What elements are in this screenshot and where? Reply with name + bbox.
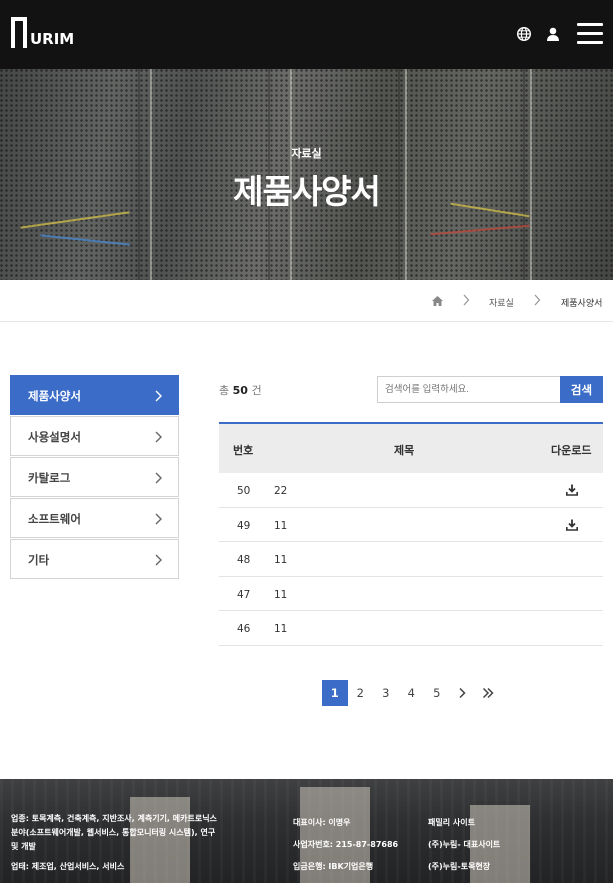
row-number: 49 (237, 519, 251, 532)
footer-line: 대표이사: 이명우 (293, 818, 351, 827)
document-table: 번호 제목 다운로드 50 22 49 11 48 11 47 11 46 11 (219, 422, 603, 646)
row-number: 48 (237, 554, 251, 567)
footer-line: 업종: 토목계측, 건축계측, 지반조사, 계측기기, 메카트로닉스 (11, 814, 217, 823)
breadcrumb-item-archive[interactable]: 자료실 (489, 296, 514, 309)
sidebar-item-label: 제품사양서 (28, 389, 81, 403)
pagination: 1 2 3 4 5 (322, 680, 501, 706)
footer-line: 분야(소프트웨어개발, 웹서비스, 통합모니터링 시스템), 연구 (11, 828, 216, 837)
row-number: 46 (237, 623, 251, 636)
total-count: 총 50 건 (219, 382, 262, 398)
footer-company-info: 대표이사: 이명우 사업자번호: 215-87-87686 입금은행: IBK기… (293, 812, 398, 878)
page-button-5[interactable]: 5 (424, 680, 450, 706)
sidebar-item-label: 기타 (28, 553, 50, 567)
chevron-right-icon (155, 431, 162, 443)
sidebar-menu: 제품사양서 사용설명서 카탈로그 소프트웨어 기타 (10, 375, 179, 580)
total-prefix: 총 (219, 384, 230, 397)
download-icon[interactable] (566, 519, 578, 531)
row-title[interactable]: 11 (274, 520, 287, 532)
hamburger-menu-icon[interactable] (577, 23, 603, 45)
hero-subtitle: 자료실 (291, 147, 322, 160)
chevron-right-icon (534, 294, 541, 306)
sidebar-item-catalog[interactable]: 카탈로그 (10, 457, 179, 497)
breadcrumb-item-current[interactable]: 제품사양서 (561, 296, 602, 309)
sidebar-item-etc[interactable]: 기타 (10, 539, 179, 579)
user-icon[interactable] (545, 26, 561, 42)
breadcrumb: 자료실 제품사양서 (0, 280, 613, 322)
family-site-title: 패밀리 사이트 (428, 818, 475, 827)
hero-banner: 자료실 제품사양서 (0, 69, 613, 280)
search-button[interactable]: 검색 (560, 376, 603, 403)
footer-line: 및 개발 (11, 842, 36, 851)
row-number: 47 (237, 588, 251, 601)
search-input[interactable] (377, 376, 561, 403)
chevron-right-icon (155, 554, 162, 566)
page-button-3[interactable]: 3 (373, 680, 399, 706)
footer-line: 업태: 제조업, 산업서비스, 서비스 (11, 862, 125, 871)
table-row[interactable]: 49 11 (219, 508, 603, 543)
sidebar-item-product-specs[interactable]: 제품사양서 (10, 375, 179, 415)
chevron-right-icon (155, 390, 162, 402)
site-footer: 업종: 토목계측, 건축계측, 지반조사, 계측기기, 메카트로닉스 분야(소프… (0, 779, 613, 883)
logo[interactable]: URIM (11, 16, 74, 48)
globe-icon[interactable] (516, 26, 532, 42)
page-button-4[interactable]: 4 (399, 680, 425, 706)
row-title[interactable]: 11 (274, 623, 287, 635)
table-row[interactable]: 50 22 (219, 473, 603, 508)
column-header-title: 제목 (394, 444, 415, 457)
page-button-2[interactable]: 2 (348, 680, 374, 706)
footer-line: 사업자번호: 215-87-87686 (293, 840, 399, 849)
chevron-right-icon (463, 294, 470, 306)
footer-business-info: 업종: 토목계측, 건축계측, 지반조사, 계측기기, 메카트로닉스 분야(소프… (11, 812, 241, 874)
site-header: URIM (0, 0, 613, 69)
total-number: 50 (232, 384, 248, 397)
row-title[interactable]: 11 (274, 554, 287, 566)
page-title: 제품사양서 (233, 172, 381, 211)
row-title[interactable]: 22 (274, 485, 287, 497)
table-header: 번호 제목 다운로드 (219, 422, 603, 473)
chevron-right-icon (459, 687, 466, 699)
family-site-link[interactable]: (주)누림- 대표사이트 (428, 834, 500, 856)
logo-mark-icon (11, 17, 27, 48)
column-header-download: 다운로드 (551, 444, 592, 457)
home-icon[interactable] (432, 296, 443, 306)
last-page-button[interactable] (475, 680, 501, 706)
double-chevron-right-icon (482, 687, 494, 699)
total-suffix: 건 (251, 384, 262, 397)
sidebar-item-label: 사용설명서 (28, 430, 81, 444)
sidebar-item-software[interactable]: 소프트웨어 (10, 498, 179, 538)
family-site-link[interactable]: (주)누림-토목현장 (428, 856, 500, 878)
table-row[interactable]: 48 11 (219, 542, 603, 577)
row-number: 50 (237, 485, 251, 497)
chevron-right-icon (155, 472, 162, 484)
table-row[interactable]: 46 11 (219, 611, 603, 646)
sidebar-item-manuals[interactable]: 사용설명서 (10, 416, 179, 456)
sidebar-item-label: 소프트웨어 (28, 512, 81, 526)
row-title[interactable]: 11 (274, 589, 287, 601)
sidebar-item-label: 카탈로그 (28, 471, 71, 485)
footer-family-sites: 패밀리 사이트 (주)누림- 대표사이트 (주)누림-토목현장 (428, 812, 500, 878)
logo-text: URIM (30, 30, 75, 48)
footer-line: 입금은행: IBK기업은행 (293, 862, 374, 871)
chevron-right-icon (155, 513, 162, 525)
download-icon[interactable] (566, 484, 578, 496)
column-header-number: 번호 (233, 444, 254, 457)
next-page-button[interactable] (450, 680, 476, 706)
table-row[interactable]: 47 11 (219, 577, 603, 612)
page-button-1[interactable]: 1 (322, 680, 348, 706)
